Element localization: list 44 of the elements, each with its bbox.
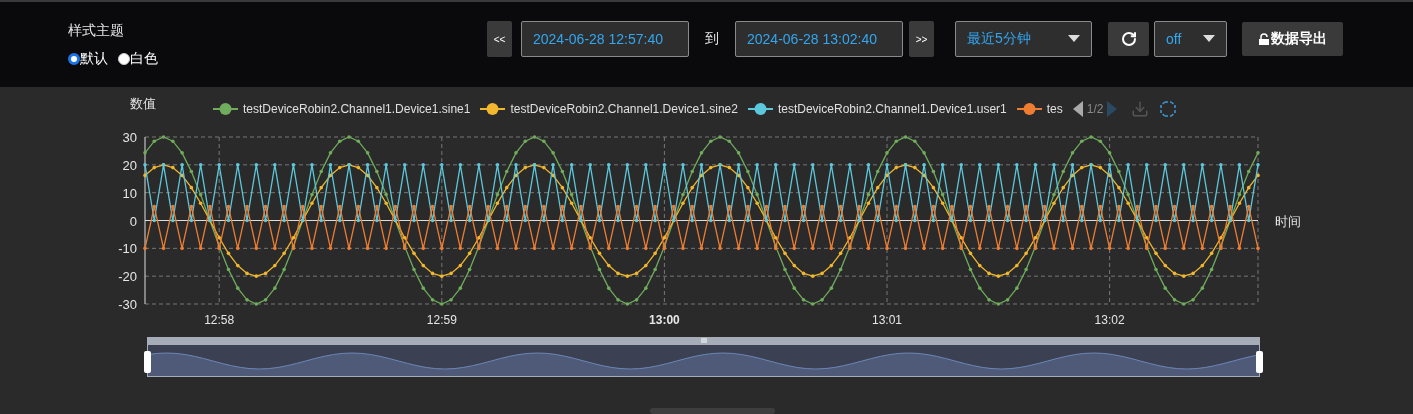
previous-button[interactable]: << bbox=[487, 21, 512, 57]
download-icon[interactable] bbox=[1131, 99, 1150, 118]
start-time-field[interactable]: 2024-06-28 12:57:40 bbox=[521, 21, 689, 57]
axis-label: 13:02 bbox=[1094, 313, 1125, 327]
lock-icon bbox=[1258, 33, 1270, 45]
interval-select[interactable]: off bbox=[1154, 21, 1227, 57]
axis-label: 13:00 bbox=[649, 313, 680, 327]
legend-page: 1/2 bbox=[1086, 101, 1104, 116]
caret-icon bbox=[1203, 35, 1215, 43]
refresh-icon bbox=[1120, 31, 1137, 47]
axis-title: 时间 bbox=[1275, 213, 1301, 229]
legend-item[interactable]: testDeviceRobin2.Channel1.Device1.user1 bbox=[747, 101, 1007, 116]
axis-label: 12:58 bbox=[204, 313, 235, 327]
range-select[interactable]: 最近5分钟 bbox=[955, 21, 1092, 57]
previous-page-icon[interactable] bbox=[1072, 100, 1083, 117]
axis-label: 20 bbox=[122, 157, 137, 173]
axis-label: 13:01 bbox=[872, 313, 902, 327]
refresh-button[interactable] bbox=[1108, 22, 1149, 56]
theme-radio[interactable]: 默认 bbox=[68, 50, 108, 68]
axis-label: -20 bbox=[118, 269, 137, 285]
caret-icon bbox=[1068, 35, 1080, 43]
axis-label: 30 bbox=[122, 130, 137, 145]
legend-item[interactable]: tes bbox=[1016, 101, 1063, 116]
legend-item[interactable]: testDeviceRobin2.Channel1.Device1.sine2 bbox=[480, 101, 738, 116]
axis-label: 0 bbox=[129, 213, 137, 229]
end-time-field[interactable]: 2024-06-28 13:02:40 bbox=[735, 21, 903, 57]
next-button[interactable]: >> bbox=[909, 21, 934, 57]
grip-icon bbox=[700, 338, 707, 343]
slider-handle[interactable] bbox=[1256, 351, 1263, 373]
restore-icon[interactable] bbox=[1159, 99, 1178, 118]
axis-label: -10 bbox=[118, 241, 137, 257]
slider-handle[interactable] bbox=[144, 351, 151, 373]
next-page-icon[interactable] bbox=[1107, 100, 1118, 117]
axis-label: -30 bbox=[118, 297, 137, 312]
export-button[interactable]: 数据导出 bbox=[1242, 22, 1343, 56]
legend-item[interactable]: testDeviceRobin2.Channel1.Device1.sine1 bbox=[213, 101, 471, 116]
theme-label: 样式主题 bbox=[68, 22, 125, 40]
range-separator: 到 bbox=[705, 30, 719, 48]
axis-label: 12:59 bbox=[426, 313, 457, 327]
overview-area[interactable] bbox=[147, 344, 1260, 377]
slider-bar[interactable] bbox=[147, 337, 1260, 344]
theme-radio[interactable]: 白色 bbox=[118, 50, 158, 68]
axis-label: 10 bbox=[122, 185, 137, 201]
axis-title: 数值 bbox=[130, 94, 157, 113]
